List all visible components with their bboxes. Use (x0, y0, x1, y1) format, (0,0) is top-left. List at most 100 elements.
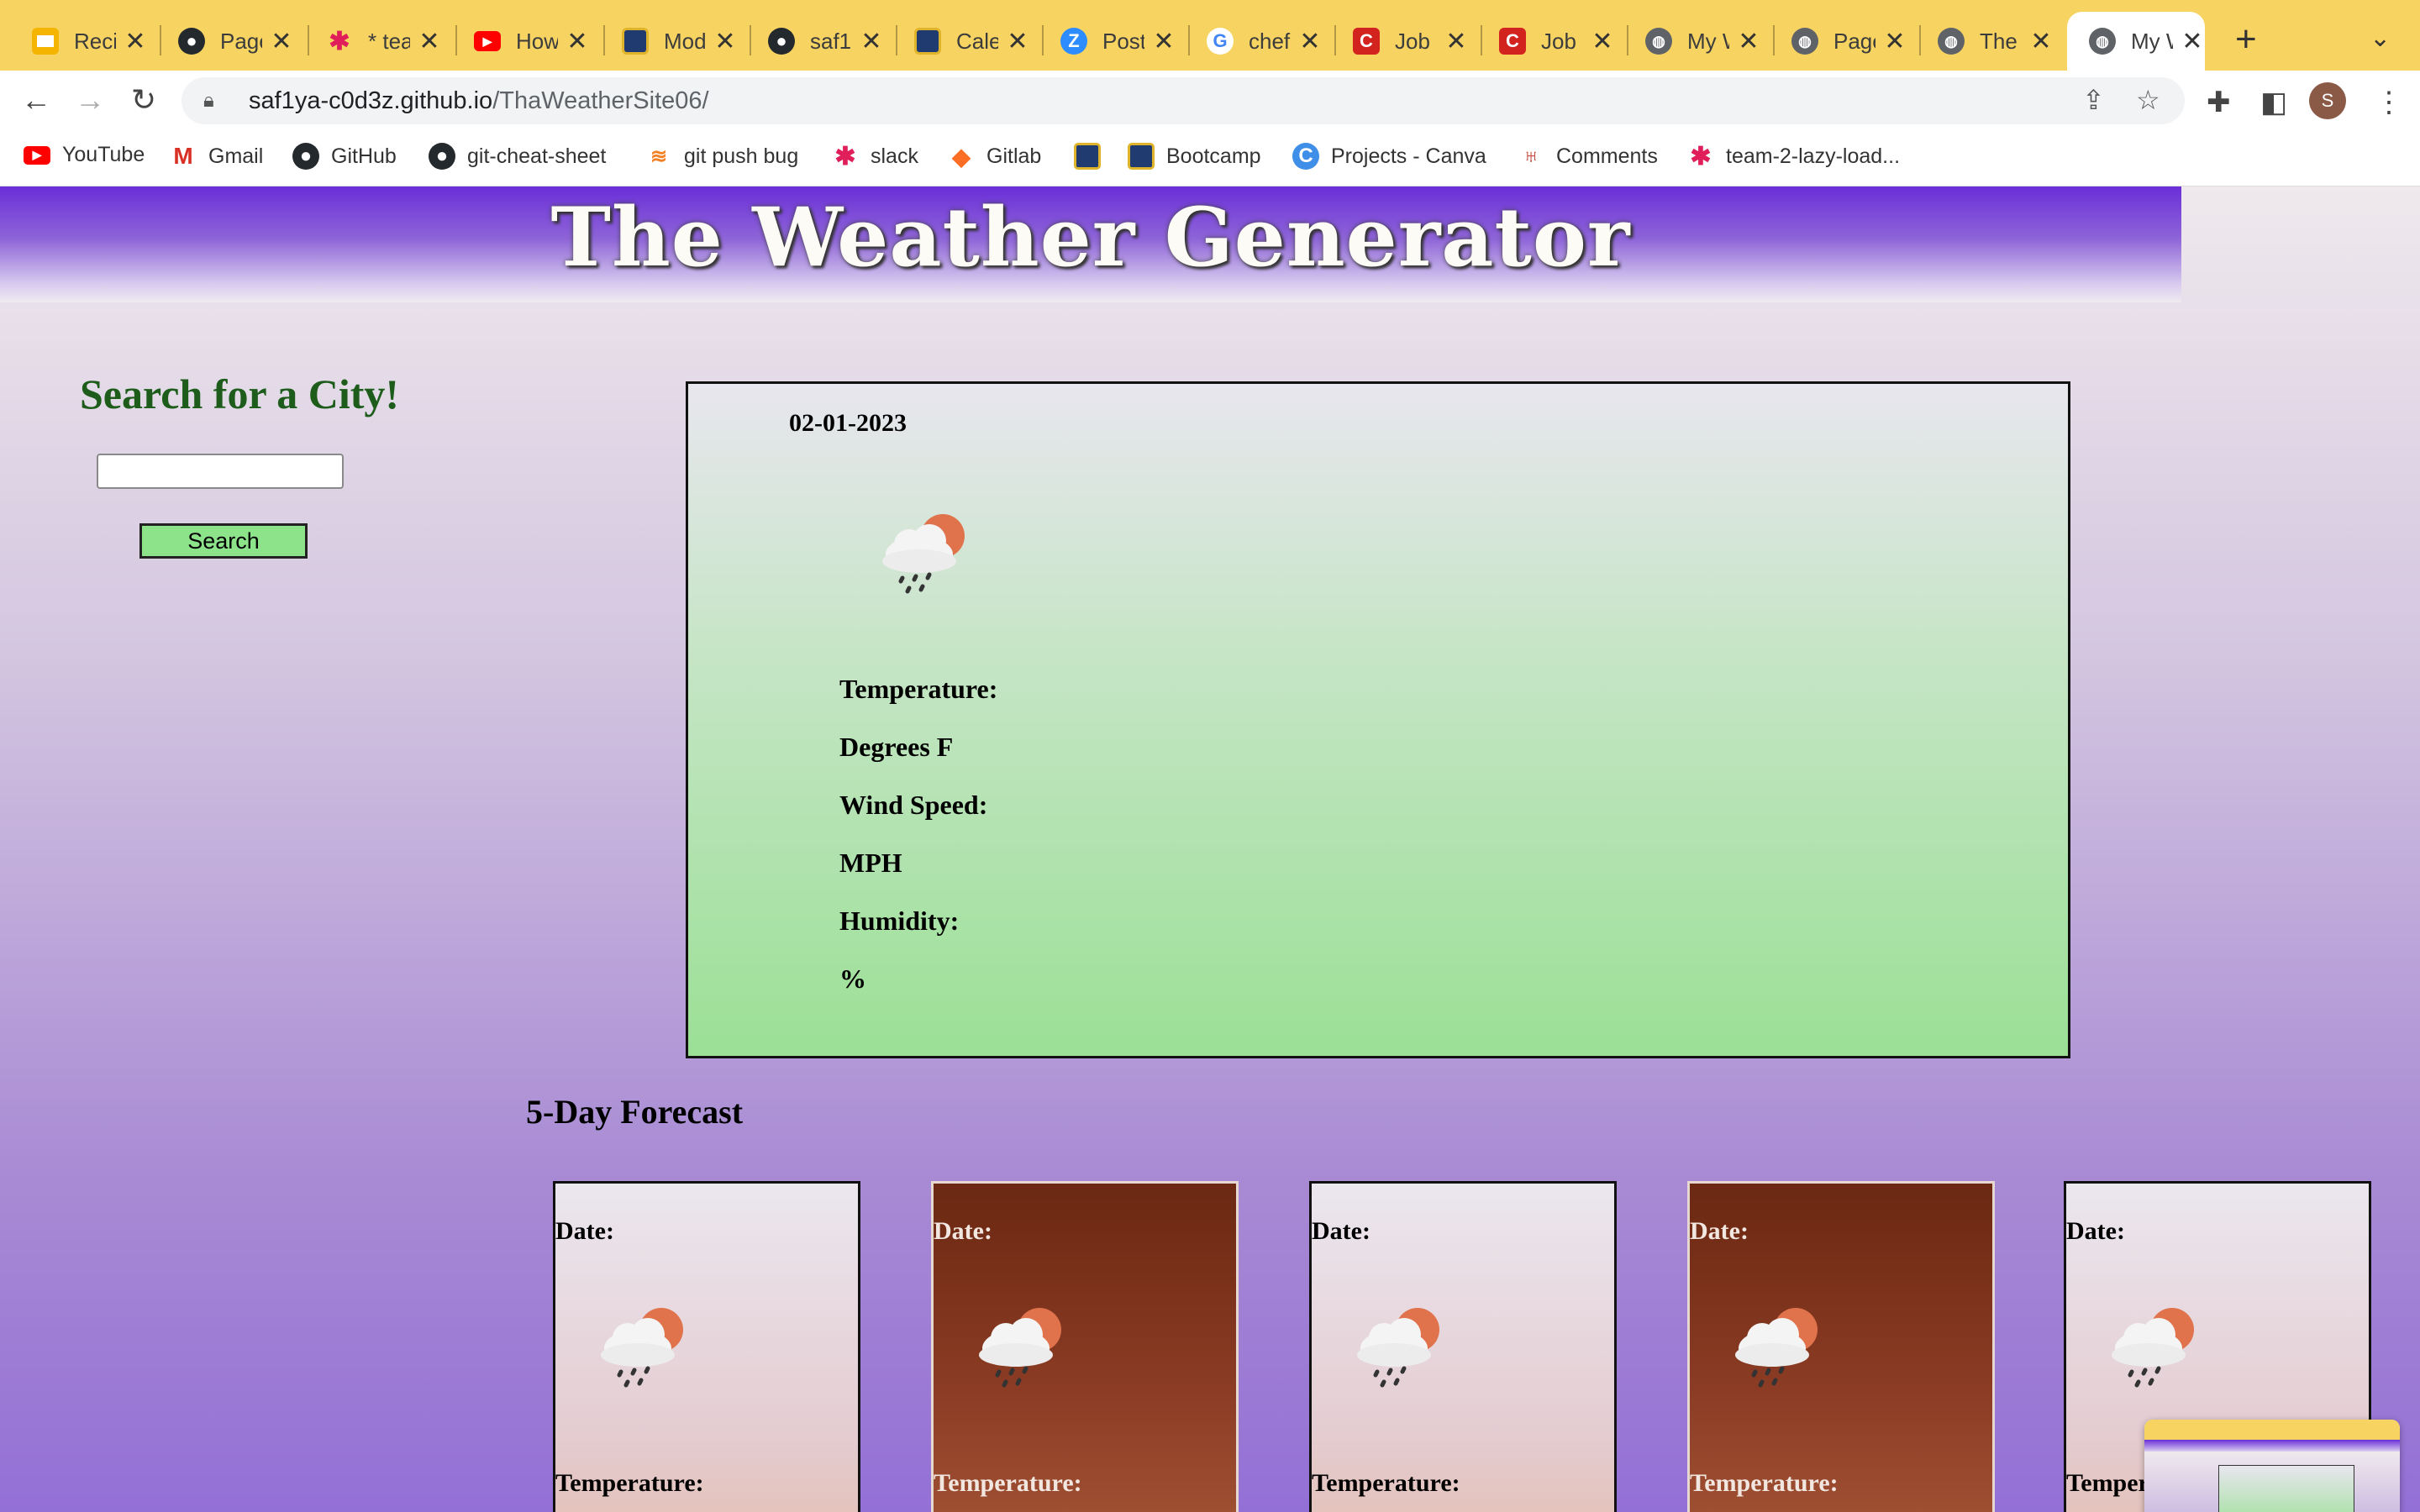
bookmark-youtube[interactable]: ▶ YouTube (24, 143, 145, 167)
bookmark-github[interactable]: ● GitHub (292, 143, 397, 170)
cloud-rain-sun-icon (2112, 1308, 2194, 1388)
wind-speed-label: Wind Speed: (839, 790, 988, 820)
thumbnail-header (2144, 1440, 2400, 1452)
share-icon[interactable]: ⇪ (2082, 84, 2105, 116)
tab-13[interactable]: ◍ The ✕ (1938, 15, 2054, 67)
bookmark-label: GitHub (331, 144, 397, 168)
github-icon: ● (768, 28, 795, 55)
bookmark-comments[interactable]: ♅ Comments (1518, 143, 1658, 170)
page-header: The Weather Generator (0, 186, 2181, 302)
close-icon[interactable]: ✕ (1297, 27, 1323, 56)
screenshot-thumbnail-preview[interactable] (2144, 1420, 2400, 1512)
bootcamp-icon (914, 28, 941, 55)
close-icon[interactable]: ✕ (417, 27, 442, 56)
temperature-label: Temperature: (839, 674, 998, 704)
forecast-temperature-label: Temperature: (1690, 1469, 1839, 1497)
bookmark-label: git-cheat-sheet (467, 144, 607, 168)
tab-10[interactable]: C Job ✕ (1499, 15, 1615, 67)
close-icon[interactable]: ✕ (859, 27, 884, 56)
reload-icon[interactable]: ↻ (123, 79, 165, 121)
bookmark-bootcamp-icon-only[interactable] (1074, 143, 1113, 170)
tab-search-chevron-icon[interactable]: ⌄ (2370, 24, 2391, 53)
youtube-icon: ▶ (24, 145, 50, 165)
tab-5[interactable]: ● saf1 ✕ (768, 15, 884, 67)
tab-11[interactable]: ◍ My W ✕ (1645, 15, 1761, 67)
percent-label: % (839, 963, 866, 994)
close-icon[interactable]: ✕ (1151, 27, 1176, 56)
forward-arrow-icon[interactable]: → (69, 79, 111, 121)
bookmark-gmail[interactable]: M Gmail (170, 143, 263, 170)
globe-icon: ◍ (1791, 28, 1818, 55)
close-icon[interactable]: ✕ (713, 27, 738, 56)
search-heading: Search for a City! (80, 370, 400, 417)
slack-icon: ✱ (329, 27, 350, 55)
url-text[interactable]: saf1ya-c0d3z.github.io/ThaWeatherSite06/ (249, 87, 709, 115)
cloud-rain-sun-icon (882, 514, 965, 594)
tab-title: My W (1687, 28, 1729, 54)
search-button[interactable]: Search (139, 523, 308, 559)
gmail-icon: M (173, 143, 193, 169)
close-icon[interactable]: ✕ (123, 27, 148, 56)
bookmark-gitlab[interactable]: ◆ Gitlab (948, 143, 1041, 170)
bookmark-git-cheat-sheet[interactable]: ● git-cheat-sheet (429, 143, 606, 170)
tab-14-active[interactable]: ◍ My W ✕ (2067, 12, 2205, 71)
address-bar[interactable]: 🔒︎ saf1ya-c0d3z.github.io/ThaWeatherSite… (182, 77, 2185, 124)
close-icon[interactable]: ✕ (565, 27, 590, 56)
tab-title: How (516, 28, 558, 54)
more-menu-icon[interactable]: ⋮ (2375, 86, 2403, 119)
extensions-puzzle-icon[interactable]: ✚ (2207, 86, 2231, 119)
close-icon[interactable]: ✕ (1882, 27, 1907, 56)
tab-2[interactable]: ✱ * tea ✕ (326, 15, 442, 67)
tab-3[interactable]: ▶ How ✕ (474, 15, 590, 67)
bookmark-git-push-bug[interactable]: ≋ git push bug (645, 143, 798, 170)
forecast-card: Date: Temperature: (931, 1181, 1239, 1512)
close-icon[interactable]: ✕ (1444, 27, 1469, 56)
job-icon: C (1499, 28, 1526, 55)
close-icon[interactable]: ✕ (2028, 27, 2054, 56)
close-icon[interactable]: ✕ (2180, 27, 2205, 56)
bookmark-star-icon[interactable]: ☆ (2136, 84, 2160, 116)
close-icon[interactable]: ✕ (1736, 27, 1761, 56)
thumbnail-current-panel (2218, 1465, 2354, 1512)
tab-divider (160, 25, 161, 55)
lock-icon[interactable]: 🔒︎ (203, 89, 229, 113)
youtube-icon: ▶ (474, 31, 501, 51)
tab-title: Post (1102, 28, 1144, 54)
page-title: The Weather Generator (550, 190, 1631, 285)
bookmark-projects-canva[interactable]: C Projects - Canva (1292, 143, 1486, 170)
tab-title: Page (1833, 28, 1876, 54)
tab-9[interactable]: C Job ✕ (1353, 15, 1469, 67)
degrees-label: Degrees F (839, 732, 954, 762)
side-panel-icon[interactable]: ◧ (2260, 86, 2287, 119)
profile-avatar[interactable]: S (2309, 82, 2346, 119)
new-tab-button[interactable]: + (2235, 18, 2257, 60)
tab-8[interactable]: G chef ✕ (1207, 15, 1323, 67)
bookmark-label: Bootcamp (1166, 144, 1261, 168)
city-search-input[interactable] (97, 454, 344, 489)
tab-title: * tea (368, 28, 410, 54)
bookmark-label: Projects - Canva (1331, 144, 1486, 168)
tab-6[interactable]: Cale ✕ (914, 15, 1030, 67)
tab-1[interactable]: ● Page ✕ (178, 15, 294, 67)
bookmark-slack[interactable]: ✱ slack (832, 142, 918, 171)
google-icon: G (1207, 28, 1234, 55)
bookmark-bootcamp[interactable]: Bootcamp (1128, 143, 1261, 170)
current-weather-panel: 02-01-2023 Temperature: Degrees F Wind S… (686, 381, 2070, 1058)
tab-0[interactable]: Reci ✕ (32, 15, 148, 67)
tab-divider (603, 25, 605, 55)
close-icon[interactable]: ✕ (269, 27, 294, 56)
tab-4[interactable]: Mod ✕ (622, 15, 738, 67)
bootcamp-icon (1128, 143, 1155, 170)
tab-7[interactable]: Z Post ✕ (1060, 15, 1176, 67)
bookmark-team-2-lazy-load[interactable]: ✱ team-2-lazy-load... (1687, 143, 1901, 171)
bookmarks-bar: ▶ YouTube M Gmail ● GitHub ● git-cheat-s… (0, 131, 2420, 186)
tab-title: Job (1395, 28, 1430, 54)
bookmark-label: team-2-lazy-load... (1726, 144, 1901, 168)
close-icon[interactable]: ✕ (1005, 27, 1030, 56)
tab-12[interactable]: ◍ Page ✕ (1791, 15, 1907, 67)
github-icon: ● (292, 143, 319, 170)
canva-icon: C (1292, 143, 1319, 170)
close-icon[interactable]: ✕ (1590, 27, 1615, 56)
slack-icon: ✱ (834, 142, 856, 171)
back-arrow-icon[interactable]: ← (15, 79, 57, 121)
